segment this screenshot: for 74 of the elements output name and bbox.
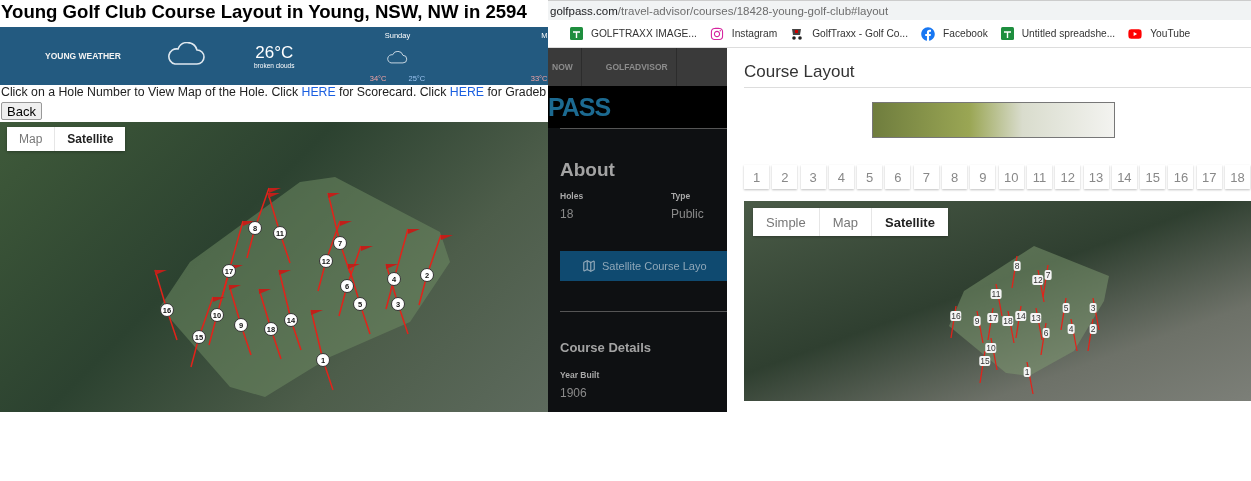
hole-button[interactable]: 9 <box>970 165 996 189</box>
hole-marker[interactable]: 16 <box>950 311 962 321</box>
map-icon <box>582 259 596 273</box>
address-bar[interactable]: golfpass.com/travel-advisor/courses/18428-young-golf-club#layout <box>548 0 1251 20</box>
hole-marker[interactable]: 9 <box>973 316 981 326</box>
bookmark-link[interactable]: Instagram <box>709 26 778 41</box>
map-type-button[interactable]: Simple <box>753 208 819 236</box>
hole-marker[interactable]: 12 <box>1032 275 1044 285</box>
hole-button[interactable]: 1 <box>744 165 769 189</box>
hole-marker[interactable]: 2 <box>1089 324 1097 334</box>
hole-button[interactable]: 13 <box>1083 165 1109 189</box>
fact-label: Type <box>671 191 692 201</box>
hole-marker[interactable]: 11 <box>990 289 1002 299</box>
section-heading: Course Details <box>559 340 653 355</box>
weather-location: YOUNG WEATHER <box>44 51 122 61</box>
hole-button[interactable]: 12 <box>1055 165 1081 189</box>
hole-marker[interactable]: 18 <box>1002 316 1014 326</box>
here-link[interactable]: HERE <box>301 85 336 99</box>
site-logo: PASS <box>548 92 611 122</box>
hole-marker[interactable]: 8 <box>1013 261 1021 271</box>
current-temperature: 26°C <box>255 43 294 62</box>
satellite-layout-button[interactable]: Satellite Course Layo <box>560 251 727 281</box>
map-type-button[interactable]: Satellite <box>871 208 948 236</box>
hole-button[interactable]: 15 <box>1140 165 1166 189</box>
hole-button[interactable]: 7 <box>913 165 939 189</box>
hole-button[interactable]: 5 <box>857 165 883 189</box>
panel-title: Course Layout <box>744 62 856 83</box>
map-type-button[interactable]: Map <box>818 208 872 236</box>
instagram-icon <box>709 26 724 41</box>
spreadsheet-icon <box>570 27 583 40</box>
hole-button[interactable]: 18 <box>1225 165 1251 189</box>
cloud-icon <box>166 42 206 66</box>
page-title: Young Golf Club Course Layout in Young, NSW, NW in 2594 <box>0 0 528 24</box>
fact-label: Year Built <box>560 370 601 380</box>
hole-button[interactable]: 10 <box>998 165 1024 189</box>
hole-marker[interactable]: 15 <box>979 356 991 366</box>
cloud-icon <box>386 50 409 64</box>
back-button[interactable]: Back <box>1 102 42 120</box>
hole-marker[interactable]: 3 <box>1089 303 1097 313</box>
youtube-icon <box>1128 26 1143 41</box>
map-type-button[interactable]: Map <box>7 127 55 151</box>
hole-marker[interactable]: 13 <box>1030 313 1042 323</box>
map-type-button[interactable]: Satellite <box>54 127 126 151</box>
hole-marker[interactable]: 6 <box>1042 328 1050 338</box>
hole-button[interactable]: 2 <box>772 165 798 189</box>
hole-marker[interactable]: 5 <box>1062 303 1070 313</box>
fact-value: Public <box>671 207 705 221</box>
bookmark-link[interactable]: Facebook <box>921 26 988 41</box>
hole-marker[interactable]: 7 <box>1044 270 1052 280</box>
hole-button[interactable]: 16 <box>1168 165 1194 189</box>
hole-button[interactable]: 4 <box>828 165 854 189</box>
hole-marker[interactable]: 4 <box>1067 324 1075 334</box>
here-link[interactable]: HERE <box>449 85 484 99</box>
bookmark-link[interactable]: GolfTraxx - Golf Co... <box>790 27 908 40</box>
fact-value: 1906 <box>560 386 588 400</box>
bookmark-link[interactable]: GOLFTRAXX IMAGE... <box>570 27 697 40</box>
hole-marker[interactable]: 10 <box>985 343 997 353</box>
hole-marker[interactable]: 14 <box>1015 311 1027 321</box>
hole-marker[interactable]: 1 <box>1023 367 1031 377</box>
fact-label: Holes <box>560 191 585 201</box>
hole-marker[interactable]: 17 <box>987 313 999 323</box>
bookmark-link[interactable]: YouTube <box>1128 26 1191 41</box>
hole-button[interactable]: 3 <box>800 165 826 189</box>
hole-button[interactable]: 8 <box>942 165 968 189</box>
bookmark-link[interactable]: Untitled spreadshe... <box>1000 27 1116 40</box>
section-heading: About <box>559 159 616 181</box>
hole-button[interactable]: 11 <box>1026 165 1052 189</box>
hole-button[interactable]: 6 <box>885 165 911 189</box>
hole-button[interactable]: 17 <box>1196 165 1222 189</box>
hole-button[interactable]: 14 <box>1111 165 1137 189</box>
instructions-text: Click on a Hole Number to View Map of the Hole. Click HERE for Scorecard. Click HERE for Gradeb <box>0 85 548 101</box>
facebook-icon <box>921 26 935 41</box>
spreadsheet-icon <box>1000 27 1014 40</box>
fact-value: 18 <box>560 207 575 221</box>
